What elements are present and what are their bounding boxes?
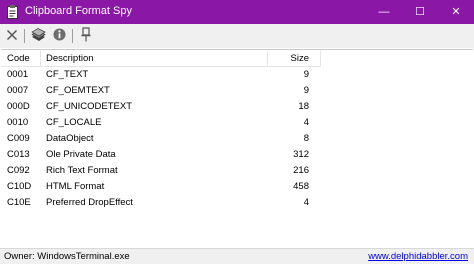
about-button[interactable]: [50, 27, 68, 45]
format-list[interactable]: Code Description Size 0001 CF_TEXT 9 000…: [1, 49, 473, 248]
clear-clipboard-button[interactable]: [3, 27, 21, 45]
row-description: Preferred DropEffect: [46, 197, 133, 208]
column-divider[interactable]: [40, 51, 41, 66]
row-code: C009: [7, 133, 30, 144]
row-code: C092: [7, 165, 30, 176]
clipboard-owner-label: Owner: WindowsTerminal.exe: [4, 251, 130, 262]
toolbar-separator: [72, 29, 73, 43]
row-size: 8: [303, 133, 309, 144]
row-description: CF_LOCALE: [46, 117, 102, 128]
list-row[interactable]: C009 DataObject 8: [1, 131, 321, 147]
close-x-icon: [6, 29, 18, 44]
close-icon: ✕: [451, 5, 461, 18]
row-size: 216: [293, 165, 309, 176]
column-divider[interactable]: [267, 51, 268, 66]
list-row[interactable]: 000D CF_UNICODETEXT 18: [1, 99, 321, 115]
row-size: 312: [293, 149, 309, 160]
list-row[interactable]: C10D HTML Format 458: [1, 179, 321, 195]
list-header: Code Description Size: [1, 50, 321, 67]
row-size: 9: [303, 85, 309, 96]
clipboard-stack-icon: [30, 27, 46, 45]
row-size: 4: [303, 117, 309, 128]
column-header-code[interactable]: Code: [7, 50, 30, 67]
column-header-description[interactable]: Description: [46, 50, 94, 67]
column-header-size[interactable]: Size: [269, 50, 309, 67]
website-link[interactable]: www.delphidabbler.com: [368, 250, 468, 264]
row-code: 000D: [7, 101, 30, 112]
maximize-icon: ☐: [415, 5, 425, 18]
row-size: 9: [303, 69, 309, 80]
list-row[interactable]: 0010 CF_LOCALE 4: [1, 115, 321, 131]
minimize-icon: —: [378, 5, 390, 18]
row-description: CF_OEMTEXT: [46, 85, 110, 96]
toolbar: [0, 24, 474, 48]
view-formats-button[interactable]: [29, 27, 47, 45]
row-code: C013: [7, 149, 30, 160]
stay-on-top-button[interactable]: [77, 27, 95, 45]
pin-icon: [80, 27, 92, 45]
row-code: 0001: [7, 69, 29, 80]
row-description: CF_UNICODETEXT: [46, 101, 133, 112]
row-description: CF_TEXT: [46, 69, 89, 80]
row-description: Rich Text Format: [46, 165, 118, 176]
row-code: C10D: [7, 181, 32, 192]
row-description: HTML Format: [46, 181, 105, 192]
list-row[interactable]: 0001 CF_TEXT 9: [1, 67, 321, 83]
row-code: C10E: [7, 197, 31, 208]
toolbar-separator: [24, 29, 25, 43]
minimize-button[interactable]: —: [366, 0, 402, 24]
row-code: 0010: [7, 117, 29, 128]
window-title: Clipboard Format Spy: [25, 5, 132, 17]
row-description: DataObject: [46, 133, 94, 144]
info-icon: [53, 28, 66, 44]
row-description: Ole Private Data: [46, 149, 116, 160]
close-button[interactable]: ✕: [438, 0, 474, 24]
row-size: 458: [293, 181, 309, 192]
status-bar: Owner: WindowsTerminal.exe www.delphidab…: [0, 248, 474, 264]
list-row[interactable]: 0007 CF_OEMTEXT 9: [1, 83, 321, 99]
maximize-button[interactable]: ☐: [402, 0, 438, 24]
app-icon: [7, 5, 18, 19]
list-row[interactable]: C092 Rich Text Format 216: [1, 163, 321, 179]
row-code: 0007: [7, 85, 29, 96]
list-row[interactable]: C10E Preferred DropEffect 4: [1, 195, 321, 211]
list-row[interactable]: C013 Ole Private Data 312: [1, 147, 321, 163]
column-divider[interactable]: [320, 51, 321, 66]
title-bar: Clipboard Format Spy — ☐ ✕: [0, 0, 474, 24]
row-size: 4: [303, 197, 309, 208]
row-size: 18: [298, 101, 309, 112]
